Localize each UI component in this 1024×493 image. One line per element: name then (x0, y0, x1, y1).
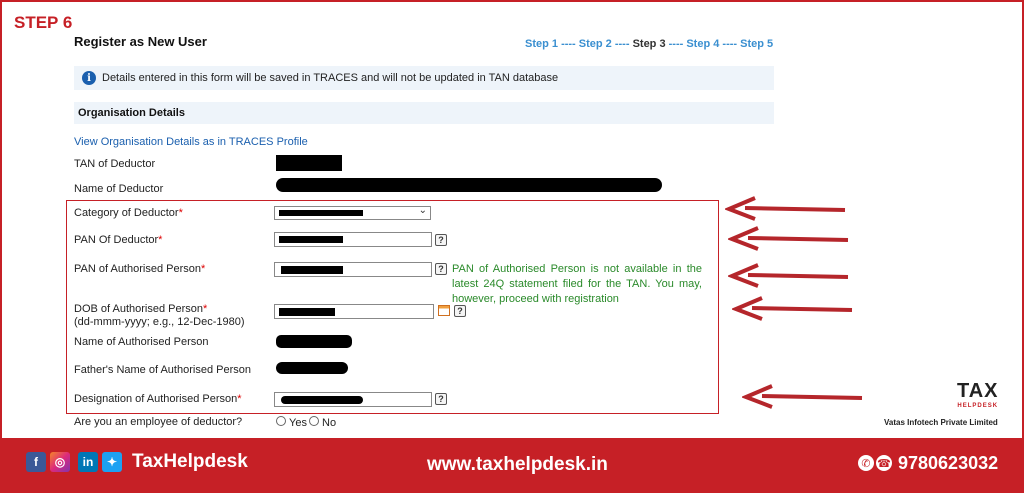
category-select[interactable]: ⌄ (274, 205, 431, 220)
category-label: Category of Deductor* (74, 207, 183, 219)
name-label: Name of Deductor (74, 183, 164, 195)
phone-icon[interactable]: ☎ (876, 455, 892, 471)
no-label: No (322, 417, 337, 429)
arrow-icon (732, 296, 853, 321)
chevron-down-icon: ⌄ (418, 205, 427, 216)
category-value-redacted (279, 210, 363, 216)
page-title: Register as New User (74, 34, 207, 49)
footer-phone[interactable]: 9780623032 (898, 453, 998, 474)
pan-auth-label-text: PAN of Authorised Person (74, 263, 201, 275)
pan-note-text: PAN of Authorised Person is not availabl… (452, 263, 702, 305)
pan-auth-value-redacted (281, 266, 343, 274)
employee-yes-radio[interactable] (276, 416, 286, 426)
arrow-icon (725, 196, 846, 221)
employee-label: Are you an employee of deductor? (74, 416, 243, 428)
employee-no-radio[interactable] (309, 416, 319, 426)
company-name: Vatas Infotech Private Limited (884, 418, 998, 427)
section-header: Organisation Details (74, 102, 774, 124)
dob-format-hint: (dd-mmm-yyyy; e.g., 12-Dec-1980) (74, 316, 245, 328)
designation-input[interactable] (274, 392, 432, 407)
dob-label-text: DOB of Authorised Person (74, 303, 204, 315)
tan-value-redacted (276, 155, 342, 171)
step-5: Step 5 (740, 38, 774, 50)
step-3-current: Step 3 (632, 38, 666, 50)
step-separator: ---- (719, 38, 741, 50)
pan-note: PAN of Authorised Person is not availabl… (452, 262, 702, 307)
required-mark: * (203, 303, 208, 315)
footer-website[interactable]: www.taxhelpdesk.in (427, 454, 608, 476)
linkedin-icon[interactable]: in (78, 452, 98, 472)
twitter-icon[interactable]: ✦ (102, 452, 122, 472)
name-value-redacted (276, 178, 662, 192)
footer-brand: TaxHelpdesk (132, 451, 248, 472)
step-indicator: Step 1 ---- Step 2 ---- Step 3 ---- Step… (525, 38, 773, 50)
help-icon[interactable]: ? (435, 263, 447, 275)
step-1: Step 1 (525, 38, 559, 50)
dob-label: DOB of Authorised Person* (74, 303, 207, 315)
yes-label: Yes (289, 417, 307, 429)
pan-label-text: PAN Of Deductor (74, 234, 159, 246)
calendar-icon[interactable] (438, 305, 450, 316)
help-icon[interactable]: ? (454, 305, 466, 317)
step-separator: ---- (611, 38, 633, 50)
info-banner: i Details entered in this form will be s… (74, 66, 774, 90)
dob-input[interactable] (274, 304, 434, 319)
dob-value-redacted (279, 308, 335, 316)
required-mark: * (200, 263, 206, 275)
logo-text: TAX (957, 380, 999, 402)
logo-subtext: HELPDESK (957, 403, 999, 409)
whatsapp-icon[interactable]: ✆ (858, 455, 874, 471)
info-icon: i (82, 71, 96, 85)
father-value-redacted (276, 362, 348, 374)
taxhelpdesk-logo: TAX HELPDESK (957, 380, 999, 409)
instagram-icon[interactable]: ◎ (50, 452, 70, 472)
designation-label: Designation of Authorised Person* (74, 393, 242, 405)
pan-auth-label: PAN of Authorised Person* (74, 263, 205, 275)
step-2: Step 2 (578, 38, 612, 50)
pan-input[interactable] (274, 232, 432, 247)
view-profile-link[interactable]: View Organisation Details as in TRACES P… (74, 136, 308, 148)
tan-label: TAN of Deductor (74, 158, 156, 170)
step-4: Step 4 (686, 38, 720, 50)
step-separator: ---- (558, 38, 579, 50)
father-label: Father's Name of Authorised Person (74, 364, 251, 376)
pan-auth-input[interactable] (274, 262, 432, 277)
help-icon[interactable]: ? (435, 393, 447, 405)
required-mark: * (178, 207, 183, 219)
name-auth-label: Name of Authorised Person (74, 336, 209, 348)
arrow-icon (742, 384, 863, 409)
category-label-text: Category of Deductor (74, 207, 179, 219)
required-mark: * (158, 234, 163, 246)
arrow-icon (728, 226, 849, 251)
designation-label-text: Designation of Authorised Person (74, 393, 238, 405)
facebook-icon[interactable]: f (26, 452, 46, 472)
pan-label: PAN Of Deductor* (74, 234, 162, 246)
designation-value-redacted (281, 396, 363, 404)
footer-bar: f ◎ in ✦ TaxHelpdesk www.taxhelpdesk.in … (0, 438, 1024, 493)
arrow-icon (728, 263, 849, 288)
name-auth-value-redacted (276, 335, 352, 348)
info-text: Details entered in this form will be sav… (102, 72, 559, 84)
pan-value-redacted (279, 236, 343, 243)
step-separator: ---- (665, 38, 687, 50)
help-icon[interactable]: ? (435, 234, 447, 246)
required-mark: * (237, 393, 242, 405)
step-tag: STEP 6 (14, 13, 73, 32)
